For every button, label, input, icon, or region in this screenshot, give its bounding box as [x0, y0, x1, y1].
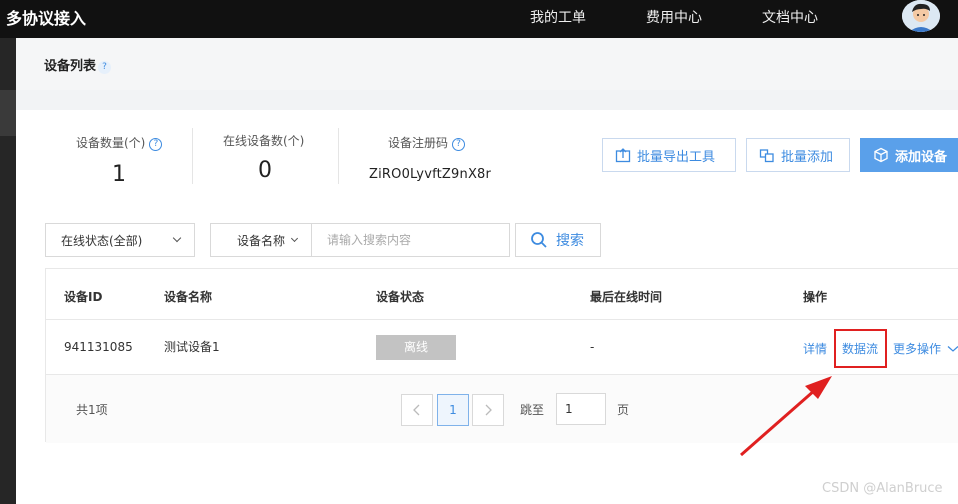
watermark: CSDN @AlanBruce	[822, 481, 943, 496]
annotation-arrow-icon	[740, 376, 832, 457]
